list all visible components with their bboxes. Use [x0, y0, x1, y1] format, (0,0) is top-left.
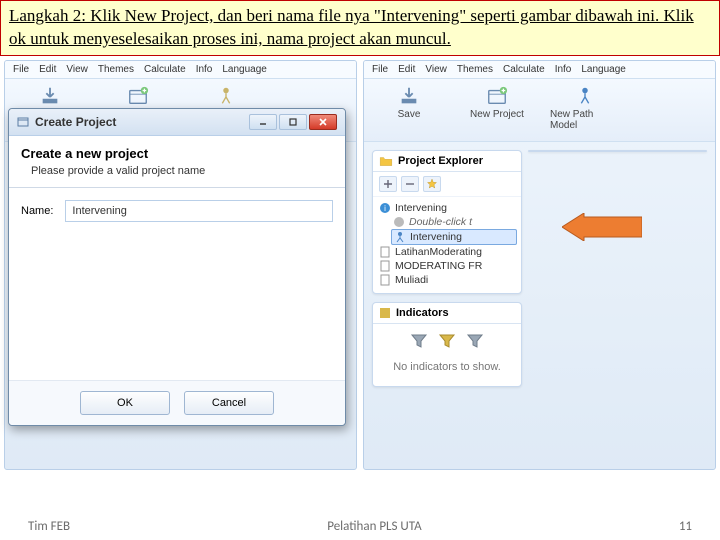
project-name-input[interactable] [65, 200, 333, 222]
menu-view[interactable]: View [66, 64, 88, 75]
indicators-icon [379, 307, 391, 319]
name-row: Name: [21, 200, 333, 222]
new-project-icon [125, 85, 151, 107]
menu-info[interactable]: Info [555, 64, 572, 75]
new-path-model-label: New Path Model [550, 109, 620, 131]
tree-label: Double-click t [409, 216, 472, 228]
indicators-empty-message: No indicators to show. [373, 354, 521, 386]
dialog-heading: Create a new project [21, 146, 333, 161]
menu-edit[interactable]: Edit [39, 64, 56, 75]
save-icon [37, 85, 63, 107]
window-buttons [249, 114, 337, 130]
divider [9, 187, 345, 188]
save-icon [396, 85, 422, 107]
collapse-button[interactable] [401, 176, 419, 192]
new-project-button[interactable]: New Project [462, 85, 532, 131]
app-right: File Edit View Themes Calculate Info Lan… [363, 60, 716, 470]
folder-icon [379, 155, 393, 167]
new-path-model-icon [572, 85, 598, 107]
expand-button[interactable] [379, 176, 397, 192]
project-explorer-title: Project Explorer [398, 155, 483, 167]
maximize-button[interactable] [279, 114, 307, 130]
create-project-dialog: Create Project Create a new project Plea… [8, 108, 346, 426]
save-label: Save [398, 109, 421, 120]
explorer-toolbar [373, 172, 521, 197]
file-icon [379, 274, 391, 286]
tree-label: Intervening [410, 231, 462, 243]
tree-label: MODERATING FR [395, 260, 482, 272]
save-button[interactable]: Save [374, 85, 444, 131]
new-project-label: New Project [470, 109, 524, 120]
menu-calculate[interactable]: Calculate [144, 64, 186, 75]
workspace: Project Explorer i Intervening [364, 142, 715, 395]
menu-language[interactable]: Language [222, 64, 267, 75]
funnel-icon[interactable] [410, 332, 428, 350]
dialog-header: Create a new project Please provide a va… [9, 136, 345, 185]
menu-language[interactable]: Language [581, 64, 626, 75]
file-icon [379, 246, 391, 258]
funnel-icon[interactable] [466, 332, 484, 350]
indicator-filters [373, 324, 521, 354]
new-path-model-icon [213, 85, 239, 107]
left-column: Project Explorer i Intervening [372, 150, 522, 387]
slide-footer: Tim FEB Pelatihan PLS UTA 11 [0, 519, 720, 534]
menu-file[interactable]: File [372, 64, 388, 75]
dialog-titlebar[interactable]: Create Project [9, 109, 345, 136]
toolbar-right: Save New Project New Path Model [364, 79, 715, 142]
menu-info[interactable]: Info [196, 64, 213, 75]
tree-item-selected[interactable]: Intervening [391, 229, 517, 245]
favorite-button[interactable] [423, 176, 441, 192]
funnel-icon[interactable] [438, 332, 456, 350]
tree-item-hint: Double-click t [377, 215, 517, 229]
new-project-icon [484, 85, 510, 107]
dialog-body: Name: [9, 200, 345, 380]
menu-file[interactable]: File [13, 64, 29, 75]
footer-left: Tim FEB [28, 519, 70, 534]
project-explorer-panel: Project Explorer i Intervening [372, 150, 522, 294]
footer-center: Pelatihan PLS UTA [327, 519, 421, 534]
model-icon [394, 231, 406, 243]
project-explorer-header: Project Explorer [373, 151, 521, 172]
svg-text:i: i [384, 204, 386, 213]
footer-page: 11 [679, 519, 692, 534]
new-path-model-button[interactable]: New Path Model [550, 85, 620, 131]
dialog-title: Create Project [35, 115, 116, 129]
cancel-button[interactable]: Cancel [184, 391, 274, 415]
dialog-icon [17, 116, 29, 128]
dialog-actions: OK Cancel [9, 380, 345, 425]
tree-item-root[interactable]: i Intervening [377, 201, 517, 215]
menubar-right[interactable]: File Edit View Themes Calculate Info Lan… [364, 61, 715, 79]
hint-icon [393, 216, 405, 228]
tree-item[interactable]: LatihanModerating [377, 245, 517, 259]
file-icon [379, 260, 391, 272]
dialog-subheading: Please provide a valid project name [21, 165, 333, 177]
menu-edit[interactable]: Edit [398, 64, 415, 75]
indicators-title: Indicators [396, 307, 449, 319]
close-button[interactable] [309, 114, 337, 130]
ok-button[interactable]: OK [80, 391, 170, 415]
indicators-header: Indicators [373, 303, 521, 324]
project-tree[interactable]: i Intervening Double-click t Intervening [373, 197, 521, 293]
instruction-banner: Langkah 2: Klik New Project, dan beri na… [0, 0, 720, 56]
menu-calculate[interactable]: Calculate [503, 64, 545, 75]
menu-themes[interactable]: Themes [98, 64, 134, 75]
name-label: Name: [21, 205, 53, 217]
instruction-text: Langkah 2: Klik New Project, dan beri na… [9, 6, 694, 48]
indicators-panel: Indicators No indicators to show. [372, 302, 522, 387]
canvas-area[interactable] [528, 150, 707, 152]
tree-label: LatihanModerating [395, 246, 482, 258]
tree-item[interactable]: MODERATING FR [377, 259, 517, 273]
tree-item[interactable]: Muliadi [377, 273, 517, 287]
menu-themes[interactable]: Themes [457, 64, 493, 75]
menu-view[interactable]: View [425, 64, 447, 75]
info-icon: i [379, 202, 391, 214]
menubar[interactable]: File Edit View Themes Calculate Info Lan… [5, 61, 356, 79]
tree-label: Muliadi [395, 274, 428, 286]
minimize-button[interactable] [249, 114, 277, 130]
tree-label: Intervening [395, 202, 447, 214]
callout-arrow [562, 213, 642, 246]
